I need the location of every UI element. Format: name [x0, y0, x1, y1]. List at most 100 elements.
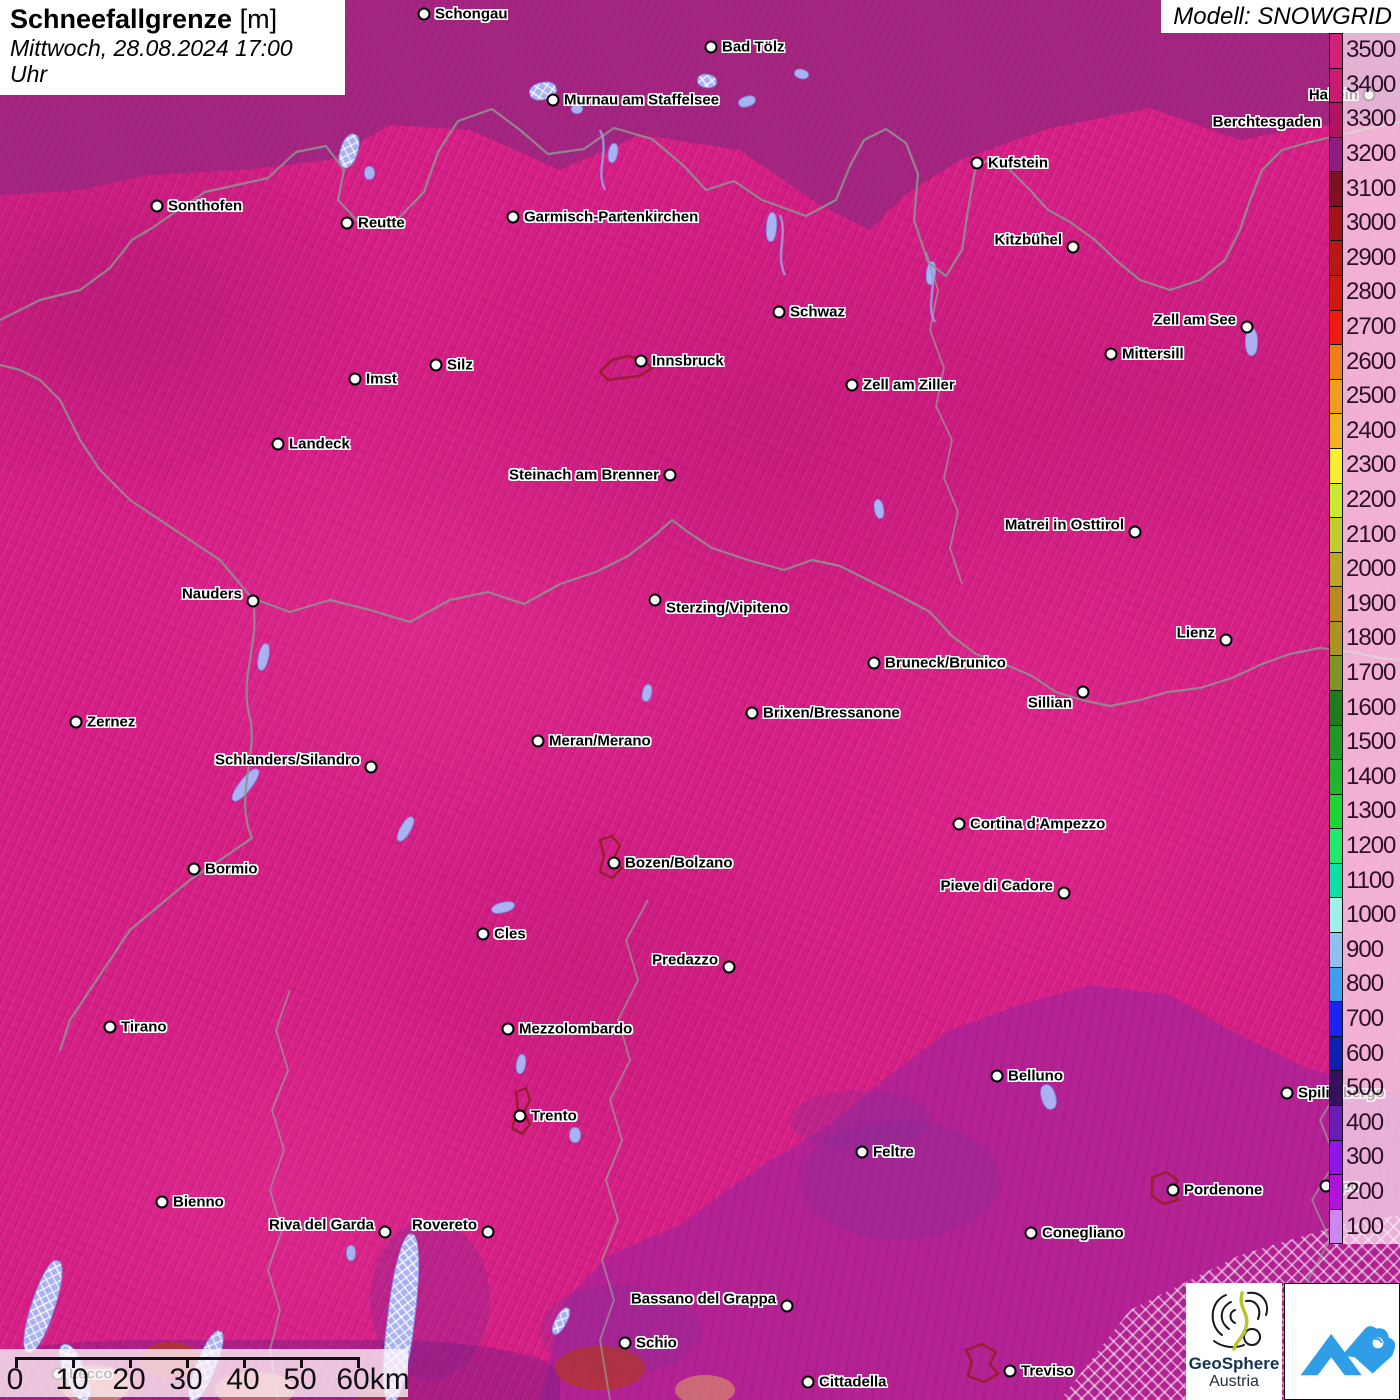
colorbar-segment-1900 — [1330, 586, 1342, 621]
colorbar-tick-label: 1300 — [1346, 797, 1396, 825]
scalebar-number: 10 — [55, 1363, 89, 1396]
title-box: Schneefallgrenze [m] Mittwoch, 28.08.202… — [0, 0, 345, 95]
colorbar-segment-1800 — [1330, 620, 1342, 656]
scalebar-number: 40 — [226, 1363, 260, 1396]
colorbar-tick-label: 3000 — [1346, 209, 1396, 237]
colorbar-tick-label: 1700 — [1346, 659, 1396, 687]
city-label: Sonthofen — [168, 197, 243, 215]
colorbar-segment-1200 — [1330, 828, 1342, 863]
city-dot — [348, 372, 362, 386]
scalebar-number: 60km — [336, 1363, 410, 1396]
city-label: Murnau am Staffelsee — [564, 91, 720, 109]
city-dot — [246, 594, 260, 608]
city-label: Cittadella — [819, 1373, 887, 1391]
geosphere-logo-subtext: Austria — [1209, 1372, 1259, 1390]
city-label: Garmisch-Partenkirchen — [524, 208, 699, 226]
city-dot — [364, 760, 378, 774]
city-label: Bormio — [205, 860, 258, 878]
colorbar-segment-2700 — [1330, 309, 1342, 345]
city-dot — [1003, 1364, 1017, 1378]
city-dot — [1128, 525, 1142, 539]
city-label: Meran/Merano — [549, 732, 651, 750]
colorbar-tick-label: 500 — [1346, 1074, 1384, 1102]
colorbar-tick-label: 300 — [1346, 1143, 1384, 1171]
city-label: Sterzing/Vipiteno — [666, 599, 789, 617]
colorbar-segment-800 — [1330, 966, 1342, 1002]
colorbar-tick-label: 3200 — [1346, 140, 1396, 168]
colorbar-tick-label: 3500 — [1346, 36, 1396, 64]
colorbar-segment-1400 — [1330, 759, 1342, 794]
city-dot — [429, 358, 443, 372]
city-label: Riva del Garda — [268, 1216, 374, 1234]
colorbar-tick-label: 1100 — [1346, 866, 1395, 894]
city-dot — [1240, 320, 1254, 334]
colorbar-tick-label: 700 — [1346, 1005, 1384, 1033]
colorbar-tick-label: 900 — [1346, 935, 1384, 963]
city-dot — [1104, 347, 1118, 361]
city-label: Tirano — [121, 1018, 167, 1036]
city-label: Nauders — [181, 585, 242, 603]
colorbar-segment-1500 — [1330, 724, 1342, 760]
city-dot — [506, 210, 520, 224]
city-label: Conegliano — [1042, 1224, 1124, 1242]
city-dot — [801, 1375, 815, 1389]
colorbar-tick-label: 2500 — [1346, 382, 1396, 410]
city-label: Rovereto — [411, 1216, 477, 1234]
colorbar-segment-400 — [1330, 1104, 1342, 1140]
city-dot — [1024, 1226, 1038, 1240]
colorbar-tick-label: 400 — [1346, 1108, 1384, 1136]
colorbar-segment-1100 — [1330, 862, 1342, 898]
city-label: Predazzo — [652, 951, 718, 969]
city-dot — [648, 593, 662, 607]
city-label: Kufstein — [988, 154, 1048, 172]
colorbar-segment-3000 — [1330, 205, 1342, 241]
scalebar-number: 50 — [283, 1363, 317, 1396]
colorbar-tick-label: 1000 — [1346, 901, 1396, 929]
city-label: Sillian — [1027, 694, 1072, 712]
city-dot — [855, 1145, 869, 1159]
colorbar-segment-200 — [1330, 1174, 1342, 1209]
city-dot — [546, 93, 560, 107]
colorbar-segment-2800 — [1330, 275, 1342, 310]
colorbar-segment-1300 — [1330, 793, 1342, 829]
colorbar-tick-label: 200 — [1346, 1178, 1384, 1206]
city-label: Steinach am Brenner — [508, 466, 659, 484]
colorbar — [1329, 33, 1343, 1244]
model-label: Modell: SNOWGRID — [1161, 0, 1400, 33]
colorbar-tick-label: 2600 — [1346, 347, 1396, 375]
city-label: Bassano del Grappa — [630, 1290, 776, 1308]
colorbar-segment-3100 — [1330, 171, 1342, 206]
colorbar-tick-label: 2000 — [1346, 555, 1396, 583]
colorbar-tick-label: 1500 — [1346, 728, 1396, 756]
mountain-logo-icon — [1300, 1325, 1396, 1375]
colorbar-tick-label: 800 — [1346, 970, 1384, 998]
city-label: Zell am Ziller — [863, 376, 955, 394]
city-label: Brixen/Bressanone — [763, 704, 900, 722]
city-dot — [103, 1020, 117, 1034]
geosphere-logo: GeoSphere Austria — [1186, 1283, 1282, 1400]
city-label: Mittersill — [1122, 345, 1184, 363]
colorbar-segment-1600 — [1330, 689, 1342, 725]
colorbar-tick-label: 600 — [1346, 1039, 1384, 1067]
city-label: Innsbruck — [652, 352, 724, 370]
colorbar-tick-label: 1400 — [1346, 762, 1396, 790]
colorbar-tick-label: 1800 — [1346, 624, 1396, 652]
city-label: Landeck — [289, 435, 350, 453]
city-dot — [970, 156, 984, 170]
city-dot — [531, 734, 545, 748]
city-dot — [772, 305, 786, 319]
colorbar-segment-600 — [1330, 1035, 1342, 1071]
city-dot — [1076, 685, 1090, 699]
city-dot — [481, 1225, 495, 1239]
title-unit: [m] — [239, 4, 278, 34]
city-dot — [845, 378, 859, 392]
colorbar-labels: 3500 3400 3300 3200 3100 3000 2900 2800 2700 2600… — [1346, 33, 1400, 1244]
colorbar-segment-500 — [1330, 1070, 1342, 1105]
colorbar-tick-label: 2900 — [1346, 243, 1396, 271]
colorbar-tick-label: 2700 — [1346, 313, 1396, 341]
colorbar-segment-3200 — [1330, 136, 1342, 172]
city-label: Bozen/Bolzano — [625, 854, 733, 872]
partner-logo — [1284, 1283, 1400, 1400]
city-label: Reutte — [358, 214, 405, 232]
colorbar-segment-3300 — [1330, 102, 1342, 137]
